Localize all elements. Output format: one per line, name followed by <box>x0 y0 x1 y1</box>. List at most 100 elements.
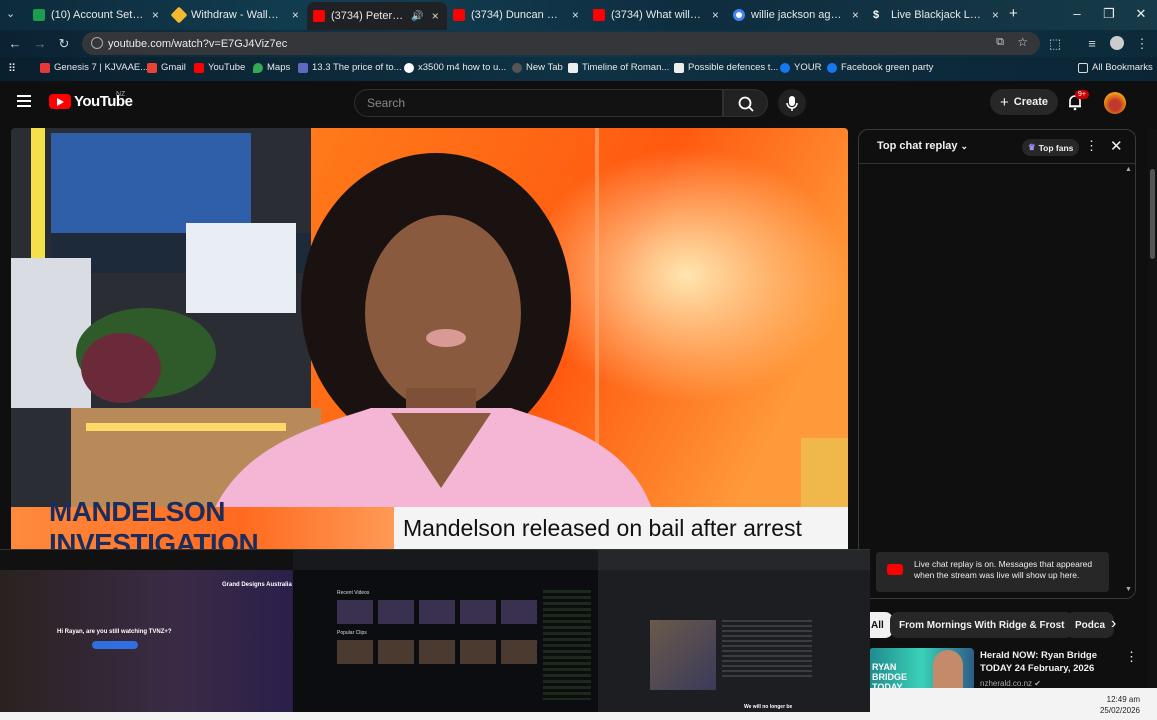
video-thumbnail[interactable]: RYAN BRIDGE TODAY <box>869 648 974 690</box>
tab-favicon-icon <box>33 9 45 21</box>
bookmark-item[interactable]: x3500 m4 how to u... <box>404 62 506 73</box>
bookmark-label: Gmail <box>161 62 186 73</box>
window-preview-tvnz[interactable]: Grand Designs Australia Hi Rayan, are yo… <box>0 550 293 712</box>
browser-tab[interactable]: (3734) Duncan Garner × <box>447 3 587 27</box>
browser-tab-active[interactable]: (3734) Peter Mande 🔊 × <box>307 2 447 30</box>
close-tab-icon[interactable]: × <box>150 8 161 22</box>
chat-more-icon[interactable]: ⋮ <box>1085 138 1098 154</box>
minimize-window-button[interactable]: – <box>1067 6 1087 21</box>
all-bookmarks-button[interactable]: All Bookmarks <box>1078 62 1153 73</box>
window-preview-social[interactable]: We will no longer be <box>598 550 870 712</box>
profile-avatar-icon[interactable] <box>1110 36 1124 50</box>
reading-list-icon[interactable]: ≡ <box>1084 36 1100 51</box>
create-button[interactable]: + Create <box>990 89 1058 115</box>
apps-icon[interactable]: ⠿ <box>8 62 16 75</box>
browser-tab[interactable]: $ Live Blackjack Lobby - Pl × <box>867 3 1007 27</box>
tab-favicon-icon <box>170 6 188 24</box>
all-bookmarks-label: All Bookmarks <box>1092 62 1153 73</box>
account-avatar[interactable] <box>1104 92 1126 114</box>
bookmark-favicon-icon <box>298 62 308 73</box>
youtube-logo-icon[interactable] <box>49 94 71 109</box>
preview-prompt: Hi Rayan, are you still watching TVNZ+? <box>57 629 172 635</box>
close-chat-icon[interactable]: ✕ <box>1110 137 1123 155</box>
folder-icon <box>1078 62 1088 73</box>
browser-tab[interactable]: willie jackson age - Goo × <box>727 3 867 27</box>
youtube-header: YouTube NZ Search + Create 9+ <box>0 81 1157 126</box>
reload-button[interactable]: ↻ <box>56 36 72 52</box>
page-scrollbar[interactable] <box>1148 129 1157 689</box>
browser-tab[interactable]: (10) Account Settings / S × <box>27 3 167 27</box>
browser-tab[interactable]: Withdraw - Wallets - Bin × <box>167 3 307 27</box>
bookmark-item[interactable]: Maps <box>253 62 290 73</box>
url-text: youtube.com/watch?v=E7GJ4Viz7ec <box>108 37 288 50</box>
chat-scroll-up-icon[interactable]: ▲ <box>1125 166 1132 173</box>
preview-titlebar <box>0 550 293 570</box>
bookmark-label: Possible defences t... <box>688 62 779 73</box>
new-tab-button[interactable]: + <box>1009 5 1018 22</box>
chat-mode-dropdown[interactable]: Top chat replay ⌄ <box>877 140 968 152</box>
recommended-video-channel[interactable]: nzherald.co.nz ✔ <box>980 679 1041 688</box>
browser-menu-icon[interactable]: ⋮ <box>1134 36 1150 52</box>
forward-button[interactable]: → <box>32 36 48 51</box>
bookmark-label: Timeline of Roman... <box>582 62 670 73</box>
tab-audio-icon[interactable]: 🔊 <box>411 11 423 22</box>
chip-from-channel[interactable]: From Mornings With Ridge & Frost <box>890 612 1074 638</box>
system-clock[interactable]: 12:49 am 25/02/2026 <box>1100 694 1140 716</box>
video-more-icon[interactable]: ⋮ <box>1125 649 1138 665</box>
bookmark-item[interactable]: YOUR <box>780 62 821 73</box>
site-info-icon[interactable] <box>91 37 103 49</box>
bookmark-item[interactable]: New Tab <box>512 62 563 73</box>
preview-titlebar <box>598 550 870 570</box>
install-app-icon[interactable]: ⧉ <box>996 36 1004 49</box>
preview-heading: Grand Designs Australia <box>222 582 292 588</box>
bookmark-item[interactable]: Timeline of Roman... <box>568 62 669 73</box>
hamburger-menu-icon[interactable] <box>17 95 31 107</box>
close-tab-icon[interactable]: × <box>430 9 441 23</box>
preview-thumb-row <box>337 640 537 664</box>
extensions-icon[interactable]: ⬚ <box>1047 36 1063 52</box>
bookmark-label: YOUR <box>794 62 822 73</box>
tab-title: Withdraw - Wallets - Bin <box>191 9 284 21</box>
bookmark-label: New Tab <box>526 62 563 73</box>
close-tab-icon[interactable]: × <box>850 8 861 22</box>
search-button[interactable] <box>723 89 768 117</box>
bookmark-item[interactable]: YouTube <box>194 62 245 73</box>
top-fans-button[interactable]: ♛ Top fans <box>1022 139 1080 156</box>
close-tab-icon[interactable]: × <box>290 8 301 22</box>
bookmarks-bar: ⠿ Genesis 7 | KJVAAE... Gmail YouTube Ma… <box>0 57 1157 81</box>
bookmark-item[interactable]: Facebook green party <box>827 62 933 73</box>
tab-title: (10) Account Settings / S <box>51 9 144 21</box>
video-player[interactable] <box>11 128 848 549</box>
scrollbar-thumb[interactable] <box>1150 169 1155 259</box>
browser-tab-strip: ⌄ (10) Account Settings / S × Withdraw -… <box>0 0 1157 30</box>
browser-tab[interactable]: (3734) What will it take × <box>587 3 727 27</box>
tab-search-icon[interactable]: ⌄ <box>6 7 15 20</box>
window-preview-kick[interactable]: Recent Videos Popular Clips <box>293 550 598 712</box>
chips-next-icon[interactable]: › <box>1111 615 1116 633</box>
preview-titlebar <box>293 550 598 570</box>
chat-scroll-down-icon[interactable]: ▼ <box>1125 586 1132 593</box>
search-input[interactable]: Search <box>354 89 723 117</box>
recommended-video-title[interactable]: Herald NOW: Ryan Bridge TODAY 24 Februar… <box>980 649 1130 675</box>
close-tab-icon[interactable]: × <box>570 8 581 22</box>
address-bar[interactable]: youtube.com/watch?v=E7GJ4Viz7ec ⧉ ☆ <box>82 32 1040 55</box>
bookmark-label: Maps <box>267 62 291 73</box>
tab-title: (3734) Duncan Garner <box>471 9 564 21</box>
chip-podcasts[interactable]: Podca <box>1066 612 1115 638</box>
close-window-button[interactable]: ✕ <box>1131 6 1151 22</box>
bookmark-item[interactable]: Genesis 7 | KJVAAE... <box>40 62 148 73</box>
video-frame <box>11 128 848 549</box>
youtube-icon <box>194 62 204 73</box>
close-tab-icon[interactable]: × <box>710 8 721 22</box>
bookmark-star-icon[interactable]: ☆ <box>1017 35 1028 49</box>
close-tab-icon[interactable]: × <box>990 8 1001 22</box>
recommended-video[interactable]: RYAN BRIDGE TODAY Herald NOW: Ryan Bridg… <box>869 645 1149 690</box>
bookmark-item[interactable]: Possible defences t... <box>674 62 778 73</box>
back-button[interactable]: ← <box>7 36 23 51</box>
voice-search-button[interactable] <box>778 89 806 117</box>
bookmark-item[interactable]: 13.3 The price of to... <box>298 62 402 73</box>
chevron-down-icon: ⌄ <box>960 141 969 151</box>
preview-image-grid <box>650 620 716 690</box>
restore-window-button[interactable]: ❐ <box>1099 6 1119 22</box>
bookmark-item[interactable]: Gmail <box>147 62 186 73</box>
